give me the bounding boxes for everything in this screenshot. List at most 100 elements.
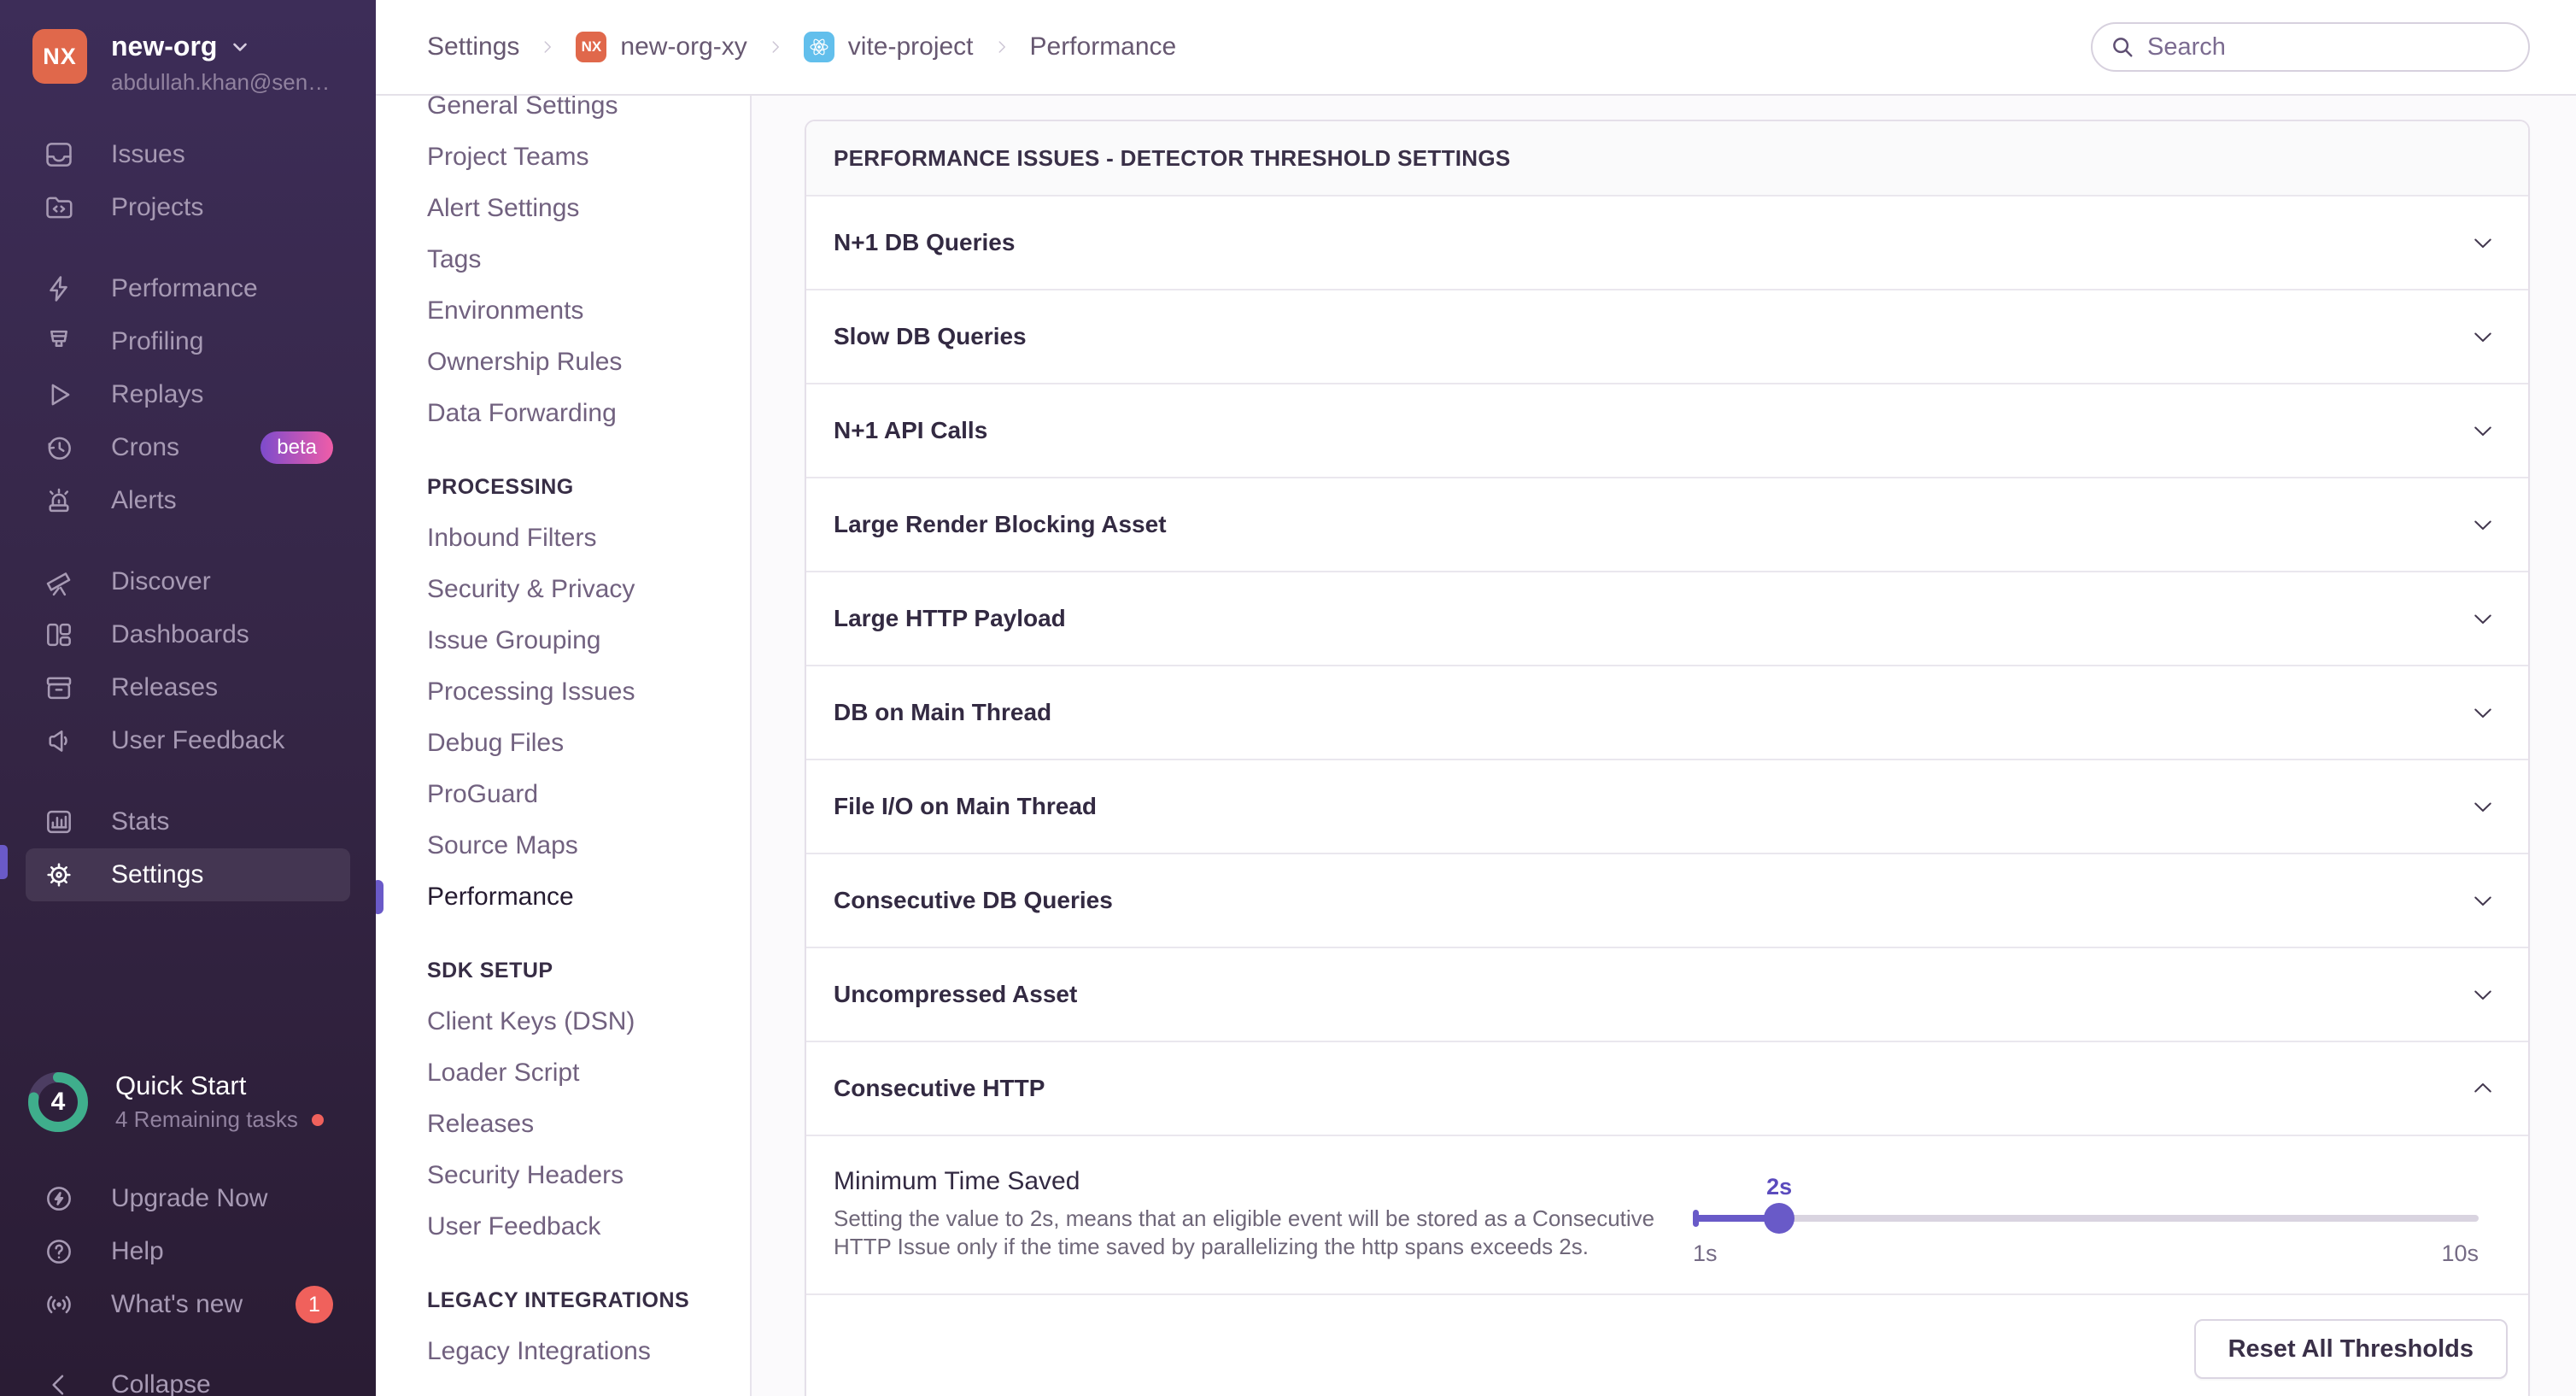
settings-nav-item-ownership-rules[interactable]: Ownership Rules (376, 337, 750, 388)
detector-row-large-http-payload[interactable]: Large HTTP Payload (806, 571, 2528, 665)
settings-nav-item-environments[interactable]: Environments (376, 285, 750, 337)
sidebar-item-upgrade-now[interactable]: Upgrade Now (26, 1172, 350, 1225)
sidebar-item-label: Projects (111, 193, 203, 222)
detector-row-file-i-o-on-main-thread[interactable]: File I/O on Main Thread (806, 759, 2528, 853)
react-icon (804, 32, 834, 62)
settings-nav-item-issue-grouping[interactable]: Issue Grouping (376, 615, 750, 666)
sidebar-item-label: Help (111, 1237, 164, 1266)
detector-row-n-1-api-calls[interactable]: N+1 API Calls (806, 383, 2528, 477)
sidebar-item-help[interactable]: Help (26, 1225, 350, 1278)
panel-rows: N+1 DB Queries Slow DB Queries N+1 API Cal… (806, 195, 2528, 1135)
sidebar-item-label: What's new (111, 1290, 243, 1319)
chevron-left-icon (43, 1369, 75, 1396)
sidebar-item-alerts[interactable]: Alerts (26, 474, 350, 527)
slider-min-label: 1s (1693, 1241, 1718, 1267)
detector-row-n-1-db-queries[interactable]: N+1 DB Queries (806, 195, 2528, 289)
settings-nav-item-security-headers[interactable]: Security Headers (376, 1150, 750, 1201)
settings-nav-item-debug-files[interactable]: Debug Files (376, 718, 750, 769)
detector-row-title: Large HTTP Payload (834, 605, 1066, 632)
search-box[interactable] (2091, 22, 2530, 72)
slider-track[interactable] (1693, 1215, 2479, 1222)
settings-nav-item-source-maps[interactable]: Source Maps (376, 820, 750, 871)
breadcrumb-label: Performance (1030, 32, 1177, 62)
settings-nav-item-releases[interactable]: Releases (376, 1099, 750, 1150)
sidebar-item-label: Dashboards (111, 620, 249, 649)
slider-thumb[interactable] (1764, 1203, 1794, 1234)
detector-row-slow-db-queries[interactable]: Slow DB Queries (806, 289, 2528, 383)
sidebar-item-issues[interactable]: Issues (26, 128, 350, 181)
sidebar-item-stats[interactable]: Stats (26, 795, 350, 848)
org-avatar-badge: NX (576, 32, 606, 62)
inbox-icon (43, 138, 75, 171)
setting-label: Minimum Time Saved (834, 1167, 1666, 1196)
folder-code-icon (43, 191, 75, 224)
settings-nav-item-general-settings[interactable]: General Settings (376, 96, 750, 132)
sidebar-item-settings[interactable]: Settings (26, 848, 350, 901)
detector-row-title: File I/O on Main Thread (834, 793, 1097, 820)
quick-start[interactable]: 4 Quick Start 4 Remaining tasks (28, 1070, 350, 1133)
settings-nav-item-performance[interactable]: Performance (376, 871, 750, 923)
breadcrumb-label: new-org-xy (620, 32, 746, 62)
chevron-right-icon (538, 38, 557, 56)
gear-icon (43, 859, 75, 891)
settings-nav-item-project-teams[interactable]: Project Teams (376, 132, 750, 183)
chevron-right-icon (766, 38, 785, 56)
chevron-down-icon (2470, 794, 2496, 819)
breadcrumb-new-org-xy[interactable]: NX new-org-xy (576, 32, 746, 62)
org-name: new-org (111, 31, 217, 62)
quick-start-count: 4 (28, 1072, 88, 1132)
settings-nav-item-data-forwarding[interactable]: Data Forwarding (376, 388, 750, 439)
sidebar-item-releases[interactable]: Releases (26, 661, 350, 714)
org-avatar: NX (32, 29, 87, 84)
settings-nav-item-user-feedback[interactable]: User Feedback (376, 1201, 750, 1252)
settings-nav-item-inbound-filters[interactable]: Inbound Filters (376, 513, 750, 564)
sidebar-item-label: Profiling (111, 327, 203, 356)
sidebar-item-projects[interactable]: Projects (26, 181, 350, 234)
detector-row-uncompressed-asset[interactable]: Uncompressed Asset (806, 947, 2528, 1041)
main-sidebar: NX new-org abdullah.khan@sen… Issues Proj… (0, 0, 376, 1396)
slider-start-cap (1693, 1210, 1699, 1227)
slider-value-label: 2s (1766, 1174, 1792, 1200)
expanded-detector-settings: Minimum Time Saved Setting the value to … (806, 1135, 2528, 1293)
sidebar-item-crons[interactable]: Cronsbeta (26, 421, 350, 474)
org-switcher[interactable]: NX new-org abdullah.khan@sen… (0, 0, 376, 96)
settings-nav-item-tags[interactable]: Tags (376, 234, 750, 285)
siren-icon (43, 484, 75, 517)
breadcrumb-performance[interactable]: Performance (1030, 32, 1177, 62)
settings-nav-item-client-keys-dsn[interactable]: Client Keys (DSN) (376, 996, 750, 1047)
detector-row-db-on-main-thread[interactable]: DB on Main Thread (806, 665, 2528, 759)
sidebar-item-what-s-new[interactable]: What's new 1 (26, 1278, 350, 1331)
breadcrumb-settings[interactable]: Settings (427, 32, 519, 62)
notification-badge: 1 (296, 1286, 333, 1323)
sidebar-item-dashboards[interactable]: Dashboards (26, 608, 350, 661)
breadcrumb-label: Settings (427, 32, 519, 62)
org-meta: new-org abdullah.khan@sen… (111, 29, 330, 96)
detector-row-title: Consecutive DB Queries (834, 887, 1113, 914)
panel-title: PERFORMANCE ISSUES - DETECTOR THRESHOLD … (834, 145, 1511, 172)
detector-row-large-render-blocking-asset[interactable]: Large Render Blocking Asset (806, 477, 2528, 571)
chevron-right-icon (992, 38, 1011, 56)
collapse-button[interactable]: Collapse (26, 1358, 350, 1396)
settings-nav-item-loader-script[interactable]: Loader Script (376, 1047, 750, 1099)
org-email: abdullah.khan@sen… (111, 69, 330, 96)
archive-box-icon (43, 672, 75, 704)
sidebar-item-discover[interactable]: Discover (26, 555, 350, 608)
settings-nav-item-processing-issues[interactable]: Processing Issues (376, 666, 750, 718)
sidebar-item-performance[interactable]: Performance (26, 262, 350, 315)
broadcast-icon (43, 1288, 75, 1321)
flash-icon (43, 326, 75, 358)
detector-row-consecutive-db-queries[interactable]: Consecutive DB Queries (806, 853, 2528, 947)
reset-all-thresholds-button[interactable]: Reset All Thresholds (2194, 1319, 2508, 1379)
search-input[interactable] (2147, 33, 2511, 62)
detector-row-consecutive-http[interactable]: Consecutive HTTP (806, 1041, 2528, 1135)
settings-nav-item-security-privacy[interactable]: Security & Privacy (376, 564, 750, 615)
telescope-icon (43, 566, 75, 598)
breadcrumb-vite-project[interactable]: vite-project (804, 32, 974, 62)
settings-nav-item-legacy-integrations[interactable]: Legacy Integrations (376, 1326, 750, 1377)
sidebar-item-replays[interactable]: Replays (26, 368, 350, 421)
sidebar-item-user-feedback[interactable]: User Feedback (26, 714, 350, 767)
detector-row-title: Slow DB Queries (834, 323, 1027, 350)
settings-nav-item-alert-settings[interactable]: Alert Settings (376, 183, 750, 234)
settings-nav-item-proguard[interactable]: ProGuard (376, 769, 750, 820)
sidebar-item-profiling[interactable]: Profiling (26, 315, 350, 368)
